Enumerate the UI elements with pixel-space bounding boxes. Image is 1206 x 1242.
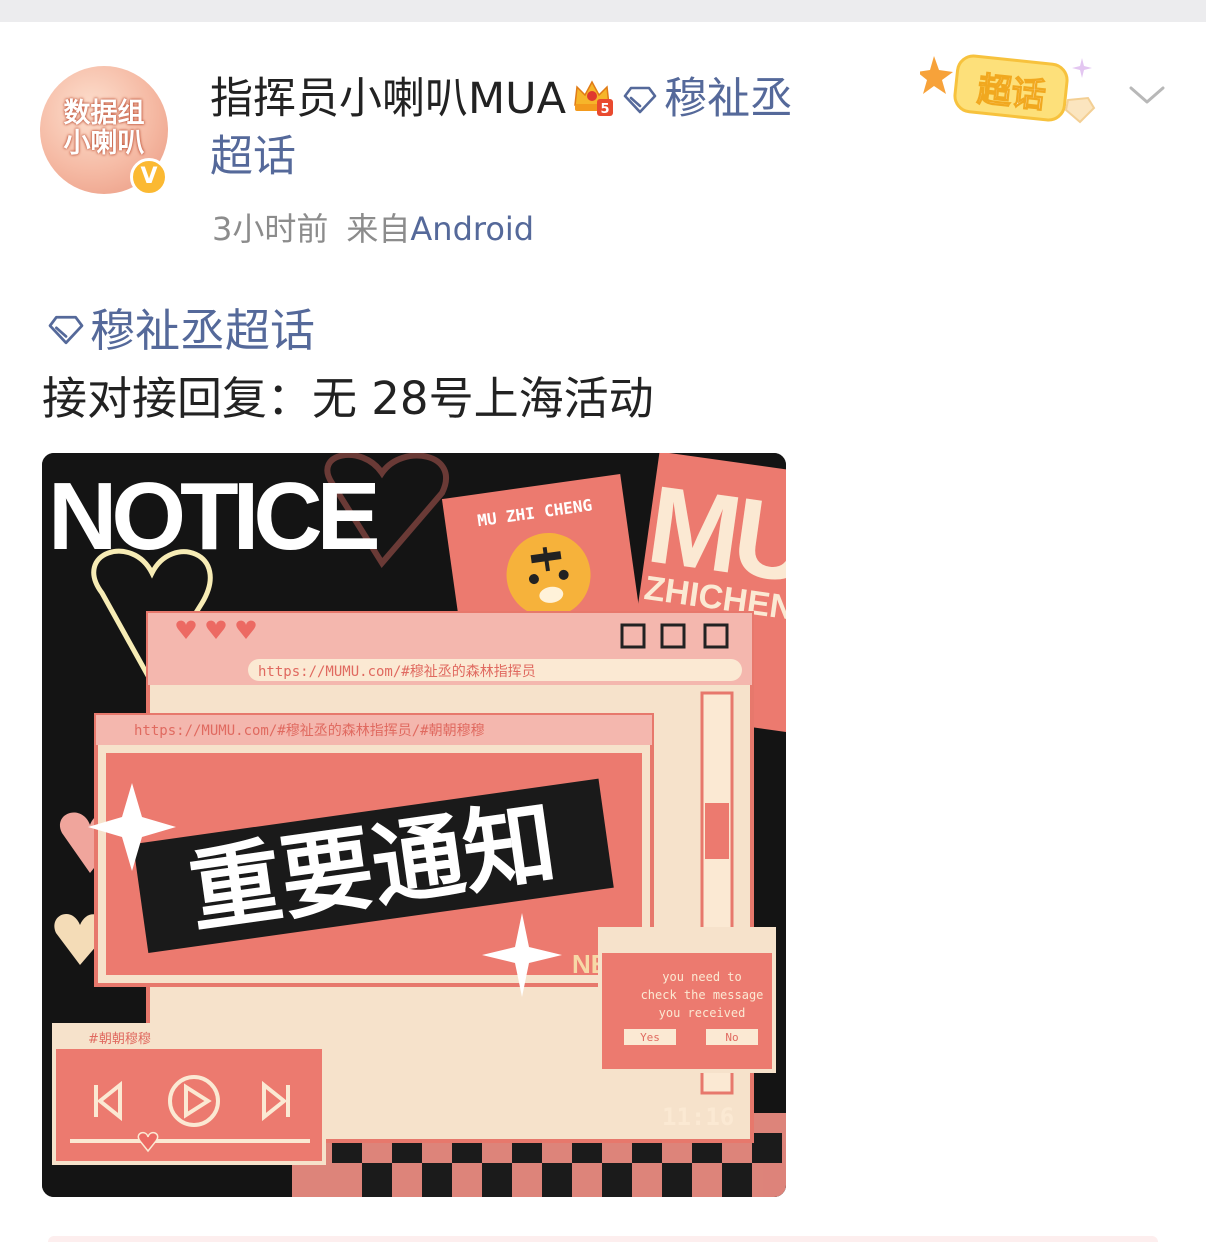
topic-tag[interactable]: 穆祉丞超话 <box>46 294 315 359</box>
post-time: 3小时前 <box>212 210 329 248</box>
dialog-line2: check the message <box>641 988 764 1002</box>
message-dialog: you need to check the message you receiv… <box>598 927 776 1073</box>
source-device[interactable]: Android <box>410 210 534 248</box>
source-prefix: 来自 <box>346 210 411 248</box>
super-topic-diamond-icon <box>48 315 84 345</box>
headline-window: https://MUMU.com/#穆祉丞的森林指挥员/#朝朝穆穆 重要通知 N… <box>88 713 654 997</box>
dialog-no: No <box>725 1031 738 1044</box>
avatar-line1: 数据组 <box>63 98 145 129</box>
level-number: 5 <box>600 102 609 117</box>
post-image[interactable]: NOTICE MU ZHI CHENG MU ZHICHENG https://… <box>42 453 786 1197</box>
player-title: #朝朝穆穆 <box>88 1032 151 1047</box>
author-name[interactable]: 指挥员小喇叭MUA <box>210 74 566 124</box>
crown-level-icon[interactable]: 5 <box>570 75 614 119</box>
topic-tag-label: 穆祉丞超话 <box>90 304 316 357</box>
author-header: 指挥员小喇叭MUA 5 穆祉丞超话 <box>210 70 810 186</box>
gem-icon <box>1064 96 1096 124</box>
next-card-edge <box>48 1236 1158 1242</box>
post-text: 接对接回复：无 28号上海活动 <box>42 372 654 425</box>
window2-url: https://MUMU.com/#穆祉丞的森林指挥员/#朝朝穆穆 <box>134 723 485 739</box>
super-topic-badge-label: 超话 <box>976 70 1048 117</box>
super-topic-badge[interactable]: 超话 <box>920 48 1105 133</box>
verified-badge: V <box>130 158 168 196</box>
dialog-line3: you received <box>659 1006 746 1020</box>
super-topic-diamond-icon <box>623 86 657 114</box>
browser-url: https://MUMU.com/#穆祉丞的森林指挥员 <box>258 664 536 680</box>
music-player: #朝朝穆穆 <box>52 1023 326 1165</box>
sparkle-icon <box>1072 58 1092 78</box>
dialog-yes: Yes <box>640 1031 660 1044</box>
post-meta: 3小时前 来自Android <box>212 204 534 250</box>
notice-title: NOTICE <box>48 463 378 570</box>
star-icon <box>920 56 953 94</box>
avatar-line2: 小喇叭 <box>63 128 145 159</box>
clock: 11:16 <box>662 1103 734 1131</box>
notice-poster: NOTICE MU ZHI CHENG MU ZHICHENG https://… <box>42 453 786 1197</box>
chevron-down-icon[interactable] <box>1128 80 1166 110</box>
status-strip <box>0 0 1206 22</box>
dialog-line1: you need to <box>662 970 741 984</box>
